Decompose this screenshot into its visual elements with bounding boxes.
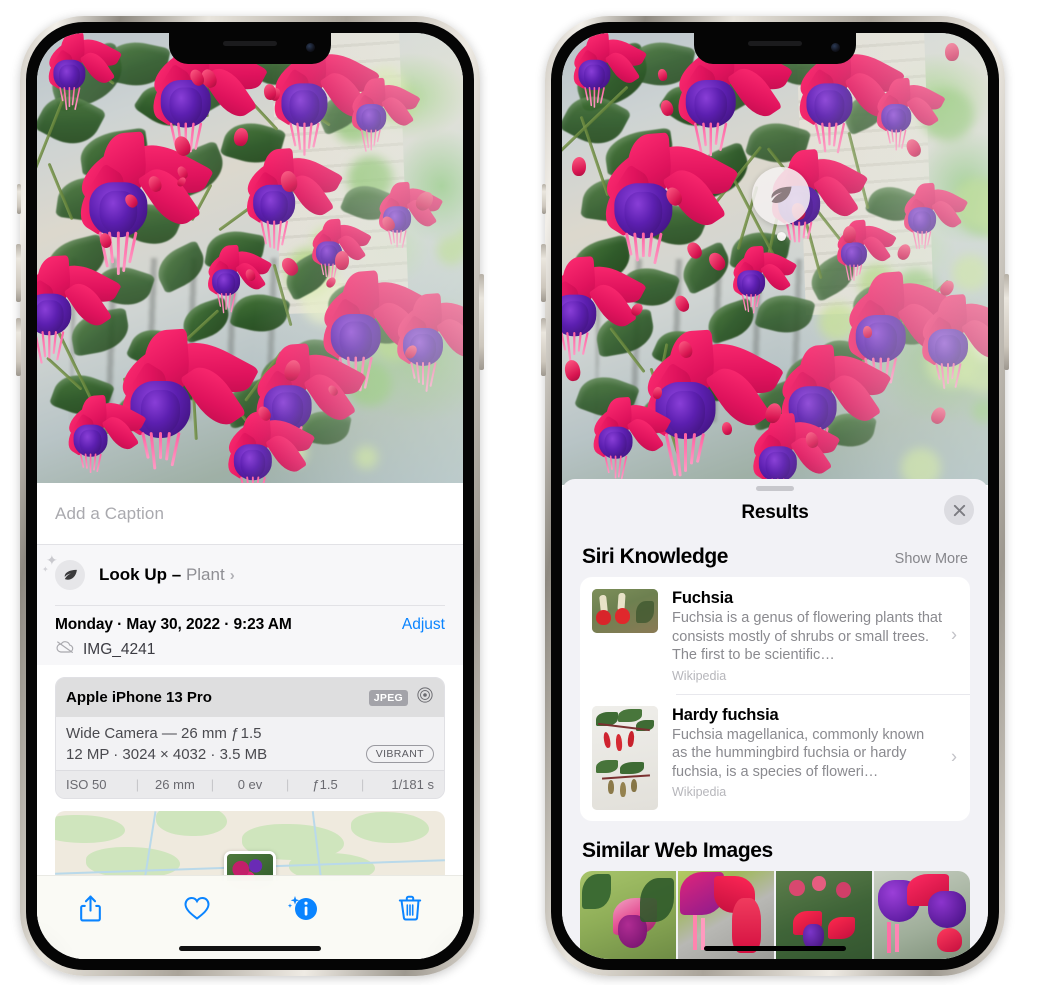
- knowledge-description: Fuchsia is a genus of flowering plants t…: [672, 610, 943, 664]
- exif-value: 1/181 s: [391, 777, 434, 792]
- photo-bud: [842, 225, 857, 244]
- phone-left-screen: Add a Caption ✦ ✦ Look Up – Plant › Mond…: [37, 33, 463, 959]
- notch: [694, 33, 856, 64]
- knowledge-thumbnail: [592, 705, 658, 810]
- sparkle-small-icon: ✦: [42, 565, 49, 574]
- exif-separator: |: [285, 777, 290, 792]
- caption-row[interactable]: Add a Caption: [37, 483, 463, 545]
- camera-card-body: Wide Camera — 26 mm ƒ 1.5 12 MP · 3024 ×…: [56, 717, 444, 770]
- look-up-subject: Plant: [185, 565, 225, 584]
- power-button[interactable]: [479, 274, 484, 370]
- phone-right-screen: Results Siri Knowledge Show More Fuchsia…: [562, 33, 988, 959]
- front-camera-icon: [306, 43, 315, 52]
- phone-left: Add a Caption ✦ ✦ Look Up – Plant › Mond…: [16, 16, 484, 976]
- web-image-thumb[interactable]: [874, 870, 970, 959]
- photo-viewer[interactable]: [37, 33, 463, 483]
- close-icon[interactable]: [944, 495, 974, 525]
- front-camera-icon: [831, 43, 840, 52]
- caption-input[interactable]: Add a Caption: [55, 504, 164, 524]
- location-map[interactable]: [55, 811, 445, 881]
- phone-left-bezel: Add a Caption ✦ ✦ Look Up – Plant › Mond…: [26, 22, 474, 970]
- home-indicator[interactable]: [704, 946, 846, 951]
- knowledge-title: Fuchsia: [672, 589, 733, 607]
- silent-switch[interactable]: [17, 184, 21, 214]
- exif-value: ISO 50: [66, 777, 107, 792]
- phone-right-bezel: Results Siri Knowledge Show More Fuchsia…: [551, 22, 999, 970]
- camera-size-line: 12 MP · 3024 × 4032 · 3.5 MB: [66, 745, 268, 763]
- home-indicator[interactable]: [179, 946, 321, 951]
- photo-date: Monday · May 30, 2022 · 9:23 AM: [55, 616, 292, 633]
- volume-down-button[interactable]: [541, 318, 546, 376]
- results-sheet: Results Siri Knowledge Show More Fuchsia…: [562, 479, 988, 959]
- knowledge-card[interactable]: Fuchsia Fuchsia is a genus of flowering …: [580, 577, 970, 694]
- exif-value: ƒ1.5: [312, 777, 338, 792]
- results-header: Results: [562, 491, 988, 535]
- volume-down-button[interactable]: [16, 318, 21, 376]
- earpiece-speaker: [223, 41, 277, 46]
- camera-card-header: Apple iPhone 13 Pro JPEG: [56, 678, 444, 717]
- knowledge-source: Wikipedia: [672, 668, 727, 683]
- photo-bokeh: [437, 236, 463, 266]
- look-up-row[interactable]: ✦ ✦ Look Up – Plant ›: [37, 545, 463, 605]
- photographic-style-badge: VIBRANT: [365, 745, 434, 763]
- look-up-anchor-dot: [776, 232, 786, 241]
- photo-bokeh: [952, 254, 988, 292]
- metadata-block: Monday · May 30, 2022 · 9:23 AM Adjust I…: [37, 605, 463, 665]
- power-button[interactable]: [1004, 274, 1009, 370]
- leaf-icon: [771, 186, 792, 203]
- volume-up-button[interactable]: [541, 244, 546, 302]
- aperture-icon: [416, 686, 434, 709]
- camera-info-card[interactable]: Apple iPhone 13 Pro JPEG Wide Camera — 2…: [55, 677, 445, 799]
- siri-knowledge-header: Siri Knowledge Show More: [562, 535, 988, 577]
- phone-right: Results Siri Knowledge Show More Fuchsia…: [541, 16, 1009, 976]
- section-title-similar-web-images: Similar Web Images: [582, 838, 773, 862]
- silent-switch[interactable]: [542, 184, 546, 214]
- photo-filename: IMG_4241: [83, 640, 156, 658]
- camera-device-name: Apple iPhone 13 Pro: [66, 689, 212, 706]
- exif-separator: |: [135, 777, 140, 792]
- chevron-right-icon: ›: [951, 746, 957, 767]
- knowledge-thumbnail: [592, 589, 658, 633]
- notch: [169, 33, 331, 64]
- knowledge-card[interactable]: Hardy fuchsia Fuchsia magellanica, commo…: [580, 693, 970, 821]
- siri-knowledge-cards: Fuchsia Fuchsia is a genus of flowering …: [580, 577, 970, 821]
- adjust-button[interactable]: Adjust: [402, 616, 445, 634]
- camera-lens-line: Wide Camera — 26 mm ƒ 1.5: [66, 725, 262, 742]
- knowledge-description: Fuchsia magellanica, commonly known as t…: [672, 726, 925, 780]
- show-more-button[interactable]: Show More: [895, 551, 968, 567]
- look-up-title: Look Up: [99, 565, 167, 584]
- look-up-dash: –: [171, 565, 182, 584]
- results-title: Results: [741, 502, 809, 523]
- earpiece-speaker: [748, 41, 802, 46]
- exif-value: 0 ev: [237, 777, 263, 792]
- similar-web-images-header: Similar Web Images: [562, 821, 988, 871]
- leaf-icon: ✦ ✦: [42, 553, 85, 590]
- photo-bud: [862, 325, 873, 338]
- photo-bud: [571, 156, 587, 177]
- screenshot-stage: Add a Caption ✦ ✦ Look Up – Plant › Mond…: [0, 0, 1055, 985]
- divider: [55, 605, 445, 606]
- web-image-thumb[interactable]: [580, 870, 676, 959]
- visual-look-up-badge[interactable]: [752, 167, 810, 241]
- share-button[interactable]: [67, 888, 113, 928]
- photo-info-sheet: Add a Caption ✦ ✦ Look Up – Plant › Mond…: [37, 483, 463, 959]
- info-button[interactable]: [280, 888, 326, 928]
- exif-separator: |: [210, 777, 215, 792]
- exif-value: 26 mm: [155, 777, 195, 792]
- favorite-button[interactable]: [174, 888, 220, 928]
- knowledge-source: Wikipedia: [672, 785, 727, 800]
- look-up-label: Look Up – Plant ›: [99, 565, 235, 585]
- delete-button[interactable]: [387, 888, 433, 928]
- chevron-right-icon: ›: [951, 624, 957, 645]
- icloud-slash-icon: [55, 640, 75, 659]
- exif-row: ISO 50 | 26 mm | 0 ev | ƒ1.5 | 1/181 s: [56, 770, 444, 798]
- knowledge-title: Hardy fuchsia: [672, 705, 779, 724]
- volume-up-button[interactable]: [16, 244, 21, 302]
- section-title-siri-knowledge: Siri Knowledge: [582, 545, 729, 568]
- format-badge: JPEG: [368, 689, 408, 706]
- exif-separator: |: [360, 777, 365, 792]
- chevron-right-icon: ›: [229, 567, 235, 584]
- photo-viewer[interactable]: [562, 33, 988, 485]
